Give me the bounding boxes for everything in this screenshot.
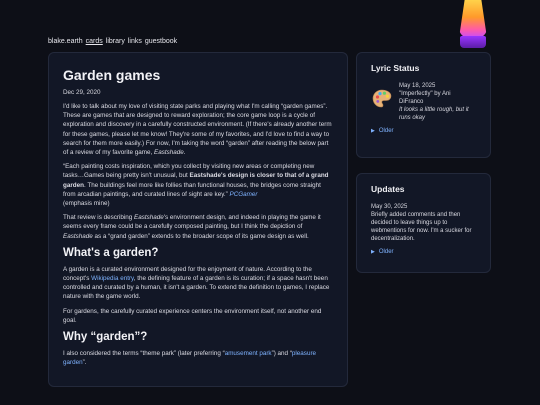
amusement-park-link[interactable]: amusement park [225, 350, 272, 357]
pcgamer-link[interactable]: PCGamer [230, 191, 258, 198]
article-card: Garden games Dec 29, 2020 I'd like to ta… [48, 52, 348, 387]
paragraph-review: That review is describing Eastshade's en… [63, 214, 321, 240]
lava-lamp-icon [456, 0, 490, 48]
lyric-song: "Imperfectly" by Ani DiFranco [399, 91, 451, 105]
paragraph-terms: I also considered the terms “theme park”… [63, 350, 317, 367]
disclosure-triangle-icon: ▶ [371, 249, 375, 255]
paragraph-gardens: For gardens, the carefully curated exper… [63, 307, 322, 324]
updates-heading: Updates [371, 184, 405, 194]
lyric-line: It looks a little rough, but it runs oka… [399, 107, 469, 121]
nav-guestbook[interactable]: guestbook [145, 38, 177, 45]
game-title: Eastshade [154, 149, 184, 157]
nav-home[interactable]: blake.earth [48, 38, 83, 45]
update-text: Briefly added comments and then decided … [371, 212, 472, 242]
lyric-status-card: Lyric Status May 18, 2025 "Imperfectly" … [356, 52, 491, 158]
post-date: Dec 29, 2020 [63, 89, 101, 96]
review-quote: “Each painting costs inspiration, which … [63, 163, 329, 208]
updates-card: Updates May 30, 2025 Briefly added comme… [356, 173, 491, 273]
lyric-status-heading: Lyric Status [371, 63, 420, 73]
lyric-older-toggle[interactable]: ▶ Older [371, 128, 476, 134]
paragraph-intro: I'd like to talk about my love of visiti… [63, 103, 332, 157]
nav-library[interactable]: library [106, 38, 125, 45]
wikipedia-link[interactable]: Wikipedia entry [91, 275, 134, 282]
section-heading-garden: What's a garden? [63, 246, 159, 259]
disclosure-triangle-icon: ▶ [371, 128, 375, 134]
update-date: May 30, 2025 [371, 204, 408, 210]
section-heading-why: Why “garden”? [63, 331, 148, 344]
site-nav: blake.earth cards library links guestboo… [48, 38, 177, 45]
nav-links[interactable]: links [128, 38, 142, 45]
lyric-date: May 18, 2025 [399, 83, 436, 89]
page-title: Garden games [63, 67, 161, 83]
nav-cards[interactable]: cards [86, 38, 103, 45]
paragraph-definition: A garden is a curated environment design… [63, 265, 330, 301]
palette-icon [372, 89, 392, 108]
updates-older-toggle[interactable]: ▶ Older [371, 249, 476, 255]
